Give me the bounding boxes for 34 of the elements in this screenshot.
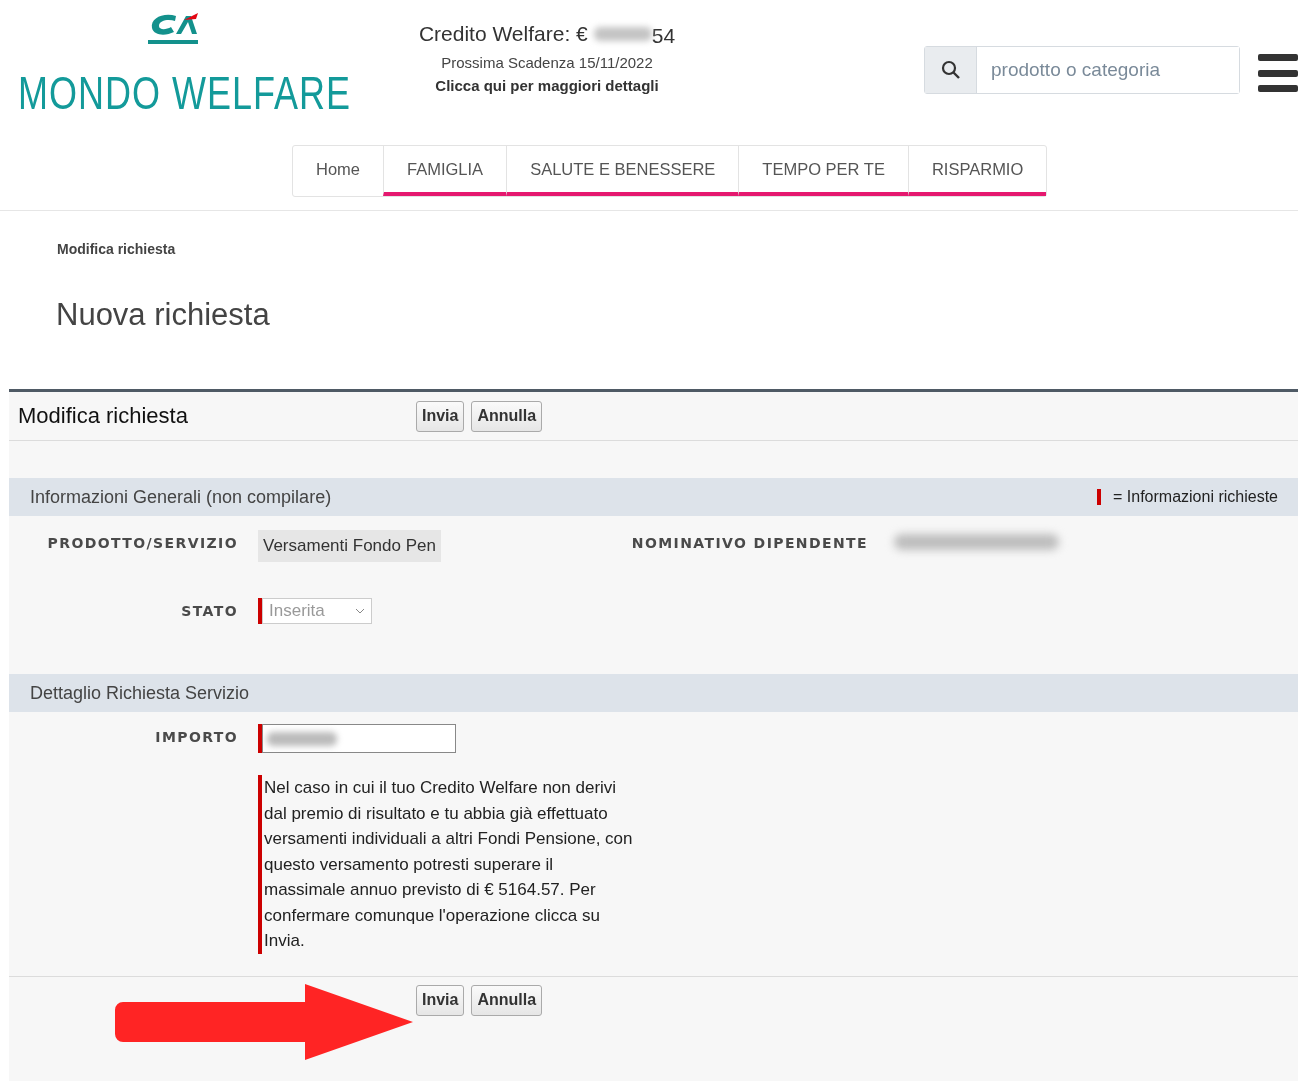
required-marker xyxy=(1097,489,1102,505)
submit-button[interactable]: Invia xyxy=(416,400,465,432)
section-title: Informazioni Generali (non compilare) xyxy=(30,486,332,508)
field-label: NOMINATIVO DIPENDENTE xyxy=(630,534,868,553)
redacted-value xyxy=(593,27,652,41)
nav-tab[interactable]: SALUTE E BENESSERE xyxy=(506,146,739,196)
deadline-text: Prossima Scadenza 15/11/2022 xyxy=(441,54,653,71)
page-title: Nuova richiesta xyxy=(56,297,271,333)
credit-amount: 54 xyxy=(651,24,676,48)
nav-tab[interactable]: FAMIGLIA xyxy=(383,146,507,196)
amount-field[interactable] xyxy=(262,724,456,753)
submit-button[interactable]: Invia xyxy=(416,984,465,1016)
details-link[interactable]: Clicca qui per maggiori dettagli xyxy=(435,77,659,94)
search-field[interactable]: prodotto o categoria xyxy=(924,46,1240,94)
field-label: PRODOTTO/SERVIZIO xyxy=(46,534,238,553)
field-label: IMPORTO xyxy=(154,728,238,747)
section-title: Dettaglio Richiesta Servizio xyxy=(30,682,250,704)
menu-button[interactable] xyxy=(1258,54,1298,92)
nav-tab[interactable]: RISPARMIO xyxy=(907,146,1047,196)
chevron-icon xyxy=(355,608,365,614)
nav-tab[interactable]: TEMPO PER TE xyxy=(738,146,908,196)
cancel-button[interactable]: Annulla xyxy=(471,400,543,432)
cancel-button[interactable]: Annulla xyxy=(471,984,543,1016)
brand-name: MONDO WELFARE xyxy=(18,66,352,121)
warning-text: Nel caso in cui il tuo Credito Welfare non derivi dal premio di risultato e tu abbia già effettuato versamenti individuali a altri Fondi Pensione, con questo versamento potresti superare il massimale annuo previsto di € 5164.57. Per confermare comunque l'operazione clicca su Invia. xyxy=(263,777,634,952)
form-title: Modifica richiesta xyxy=(18,403,189,429)
credit-label: Credito Welfare: € xyxy=(418,22,588,46)
field-label: STATO xyxy=(180,602,238,621)
legend-text: = Informazioni richieste xyxy=(1113,488,1278,506)
readonly-field: Versamenti Fondo Pen xyxy=(258,530,441,562)
nav-tab[interactable]: Home xyxy=(293,146,383,196)
search-button[interactable] xyxy=(925,47,977,93)
breadcrumb: Modifica richiesta xyxy=(57,241,177,257)
search-icon xyxy=(940,60,961,80)
